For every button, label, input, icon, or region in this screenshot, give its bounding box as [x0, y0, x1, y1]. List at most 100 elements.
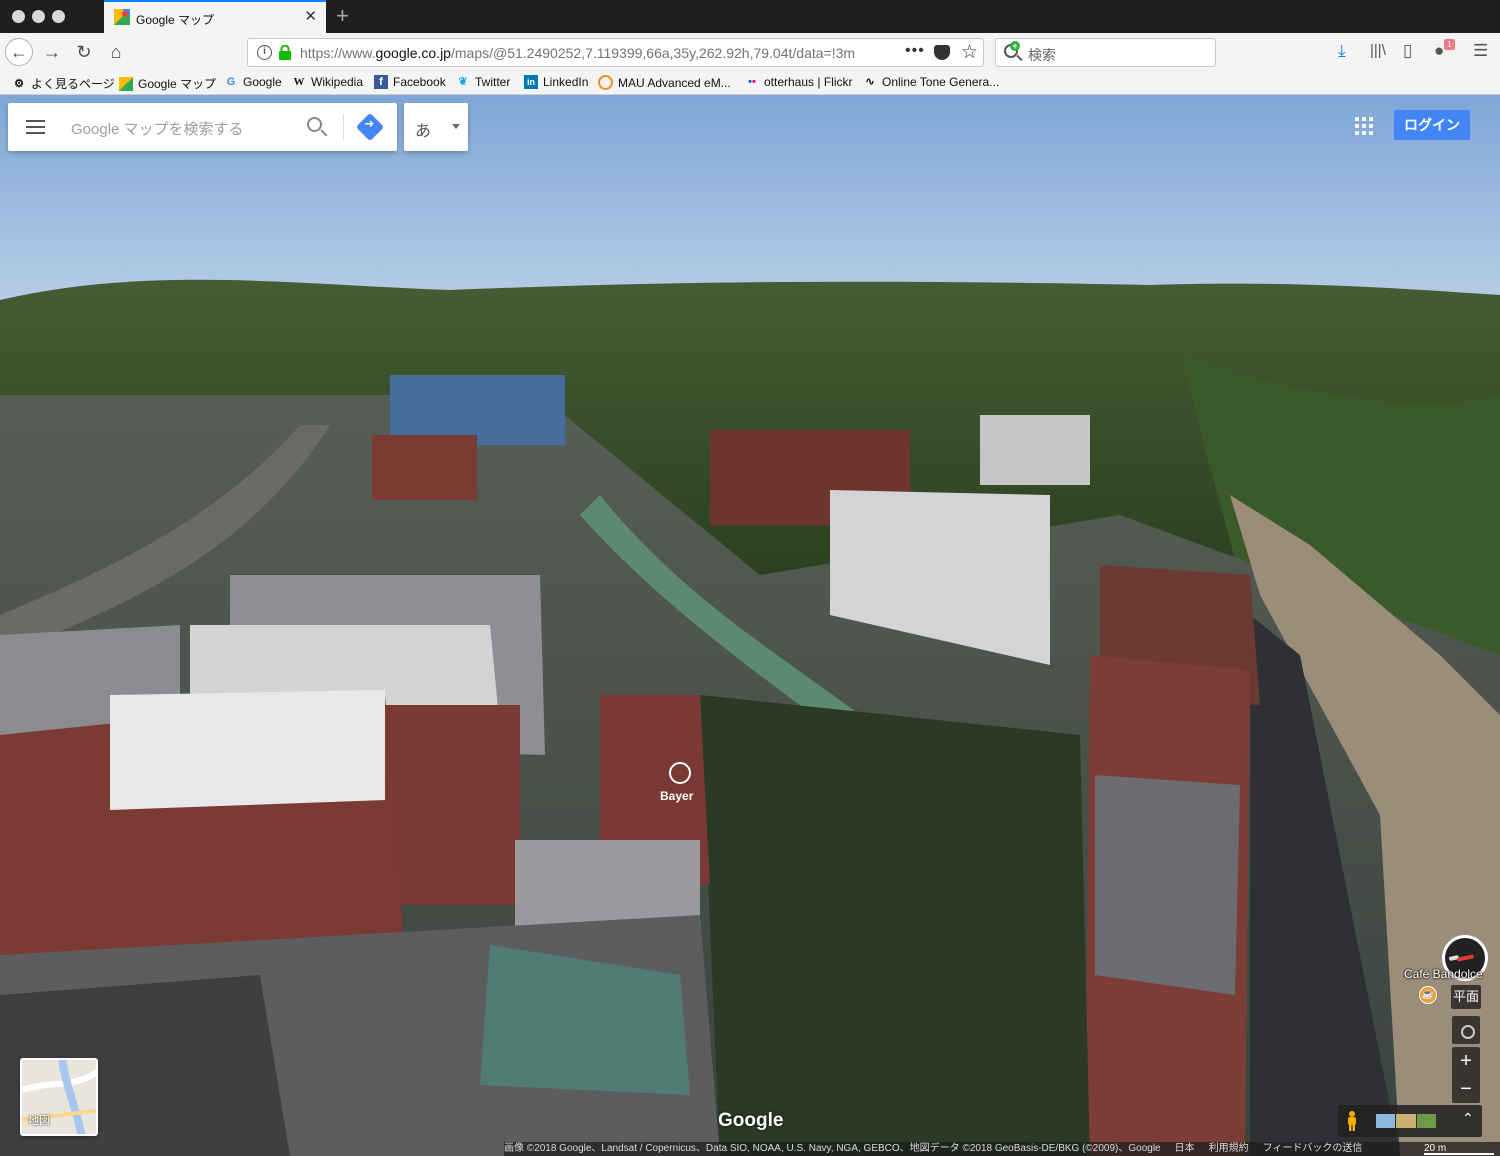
layer-label: 地図: [28, 1115, 50, 1127]
maps-search-input[interactable]: Google マップを検索する: [71, 118, 244, 139]
attribution-bar: 画像 ©2018 Google、Landsat / Copernicus、Dat…: [504, 1142, 1500, 1156]
my-location-button[interactable]: [1452, 1016, 1480, 1044]
input-tools-label: あ: [415, 123, 432, 140]
pegman-icon[interactable]: [1346, 1111, 1358, 1131]
twitter-icon: ❦: [458, 76, 468, 88]
lock-icon: [279, 45, 291, 60]
bookmark-google-maps[interactable]: Google マップ: [119, 75, 216, 92]
glass-office-building: [390, 375, 565, 445]
cafe-pin-icon[interactable]: ☕: [1419, 986, 1437, 1004]
add-search-engine-icon: +: [1010, 41, 1020, 51]
facebook-icon: f: [374, 75, 388, 89]
bookmark-linkedin[interactable]: in LinkedIn: [524, 75, 588, 89]
home-button[interactable]: ⌂: [102, 38, 130, 66]
back-button[interactable]: ←: [5, 38, 33, 66]
login-button[interactable]: ログイン: [1394, 110, 1470, 140]
bookmark-label: Facebook: [393, 75, 446, 89]
close-window-button[interactable]: [12, 10, 25, 23]
bookmark-twitter[interactable]: ❦ Twitter: [456, 75, 510, 89]
search-placeholder: 検索: [1028, 47, 1056, 63]
brick-tower: [385, 705, 520, 905]
zoom-window-button[interactable]: [52, 10, 65, 23]
wikipedia-icon: W: [293, 76, 305, 88]
url-text[interactable]: https://www.google.co.jp/maps/@51.249025…: [300, 45, 870, 61]
imagery-strip: ⌃: [1338, 1105, 1482, 1137]
flickr-icon: ••: [748, 76, 756, 88]
bookmarks-toolbar: ⚙ よく見るページ Google マップ G Google W Wikipedia f…: [0, 71, 1500, 95]
ring-icon: [598, 75, 613, 90]
tab-google-maps[interactable]: Google マップ ✕: [104, 0, 326, 33]
search-icon[interactable]: [307, 117, 322, 132]
extension-icon[interactable]: ●: [1434, 41, 1444, 61]
expand-chevron-icon[interactable]: ⌃: [1462, 1110, 1474, 1127]
maps-favicon-icon: [114, 9, 130, 25]
pocket-icon[interactable]: [934, 45, 950, 60]
map-viewport[interactable]: Bayer Google マップを検索する あ ログイン: [0, 95, 1500, 1156]
directions-icon[interactable]: [355, 112, 385, 142]
page-actions-icon[interactable]: •••: [905, 42, 925, 60]
region-link[interactable]: 日本: [1175, 1143, 1195, 1154]
url-bar[interactable]: i https://www.google.co.jp/maps/@51.2490…: [247, 38, 984, 67]
wave-icon: ∿: [865, 76, 875, 88]
imagery-thumbnails[interactable]: [1376, 1114, 1436, 1128]
google-watermark: Google: [718, 1110, 784, 1131]
zoom-control: + −: [1452, 1047, 1480, 1103]
bookmark-star-icon[interactable]: ☆: [961, 41, 978, 64]
tab-title: Google マップ: [136, 13, 215, 27]
scale-bar[interactable]: 20 m: [1424, 1143, 1494, 1155]
tab-strip: Google マップ ✕ +: [0, 0, 1500, 33]
url-prefix: https://www.: [300, 45, 376, 61]
gear-icon: ⚙: [14, 77, 24, 90]
white-building-back: [980, 415, 1090, 485]
bookmark-label: Twitter: [475, 75, 511, 89]
bookmark-label: MAU Advanced eM...: [618, 75, 731, 90]
info-icon[interactable]: i: [257, 45, 272, 60]
brick-building-small: [372, 435, 477, 500]
search-bar[interactable]: + 検索: [995, 38, 1216, 67]
bookmark-label: otterhaus | Flickr: [764, 75, 853, 89]
bookmark-wikipedia[interactable]: W Wikipedia: [292, 75, 364, 89]
zoom-in-button[interactable]: +: [1452, 1047, 1480, 1075]
chevron-down-icon: [452, 124, 460, 129]
minimize-window-button[interactable]: [32, 10, 45, 23]
menu-icon[interactable]: [26, 120, 45, 134]
maps-search-box[interactable]: Google マップを検索する: [8, 103, 397, 151]
bookmark-mau[interactable]: MAU Advanced eM...: [598, 75, 731, 90]
gray-roof-right: [1095, 775, 1240, 995]
forward-button[interactable]: →: [38, 38, 66, 66]
aerial-3d-imagery[interactable]: Bayer: [0, 95, 1500, 1156]
download-icon[interactable]: ⤓: [1338, 41, 1346, 61]
extension-badge: 1: [1444, 39, 1455, 50]
apps-grid-icon[interactable]: [1355, 117, 1373, 135]
zoom-out-button[interactable]: −: [1452, 1075, 1480, 1103]
input-tools-button[interactable]: あ: [404, 103, 468, 151]
maps-icon: [119, 76, 133, 91]
hamburger-menu-icon[interactable]: ☰: [1473, 41, 1488, 61]
reload-button[interactable]: ↻: [70, 38, 98, 66]
bookmark-facebook[interactable]: f Facebook: [374, 75, 446, 89]
bookmark-label: LinkedIn: [543, 75, 589, 89]
library-icon[interactable]: |||\: [1370, 41, 1386, 61]
linkedin-icon: in: [524, 75, 538, 89]
bookmark-label: Google: [243, 75, 282, 89]
close-tab-icon[interactable]: ✕: [304, 8, 317, 26]
bookmark-label: Wikipedia: [311, 75, 364, 89]
feedback-link[interactable]: フィードバックの送信: [1263, 1143, 1363, 1154]
bookmark-tone-generator[interactable]: ∿ Online Tone Genera...: [863, 75, 999, 89]
place-label[interactable]: Café Bandolce: [1404, 967, 1483, 981]
sidebar-icon[interactable]: ▯: [1403, 41, 1412, 61]
map-layer-switcher[interactable]: 地図: [20, 1058, 98, 1136]
navigation-bar: ← → ↻ ⌂ i https://www.google.co.jp/maps/…: [0, 33, 1500, 71]
new-tab-button[interactable]: +: [336, 4, 349, 28]
terms-link[interactable]: 利用規約: [1209, 1143, 1249, 1154]
url-path: /maps/@51.2490252,7.119399,66a,35y,262.9…: [450, 45, 856, 61]
url-host: google.co.jp: [375, 45, 451, 61]
bookmark-flickr[interactable]: •• otterhaus | Flickr: [745, 75, 852, 89]
bookmark-google[interactable]: G Google: [224, 75, 282, 89]
bookmark-most-visited[interactable]: ⚙ よく見るページ: [12, 75, 115, 92]
bookmark-label: Online Tone Genera...: [882, 75, 1000, 89]
tilt-toggle-button[interactable]: 平面: [1451, 985, 1481, 1009]
bookmark-label: Google マップ: [138, 77, 217, 91]
white-roof-left: [110, 690, 385, 810]
copyright-text: 画像 ©2018 Google、Landsat / Copernicus、Dat…: [504, 1143, 1161, 1154]
